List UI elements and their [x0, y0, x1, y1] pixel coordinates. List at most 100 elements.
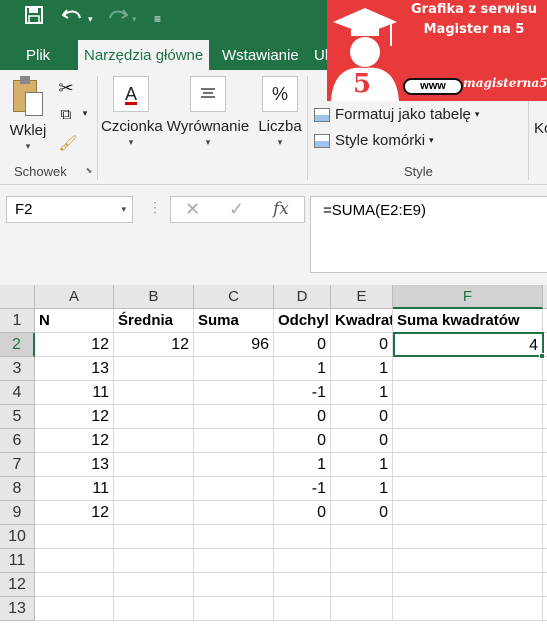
grid-cell[interactable]: 0 — [331, 333, 393, 357]
column-header-e[interactable]: E — [331, 285, 393, 309]
select-all-corner[interactable] — [0, 285, 35, 309]
fill-handle[interactable] — [539, 353, 545, 359]
clipboard-launcher-icon[interactable]: ⬊ — [84, 166, 94, 175]
enter-icon[interactable]: ✓ — [229, 199, 244, 220]
alignment-button[interactable]: Wyrównanie ▾ — [166, 76, 250, 148]
grid-cell[interactable] — [194, 381, 274, 405]
grid-cell[interactable] — [393, 525, 543, 549]
undo-icon[interactable] — [62, 6, 84, 26]
grid-cell[interactable] — [543, 453, 547, 477]
grid-cell[interactable]: -1 — [274, 381, 331, 405]
grid-cell[interactable] — [543, 477, 547, 501]
grid-cell[interactable]: 1 — [331, 453, 393, 477]
font-button[interactable]: A Czcionka ▾ — [101, 76, 163, 148]
column-header-c[interactable]: C — [194, 285, 274, 309]
grid-cell[interactable]: 13 — [35, 357, 114, 381]
grid-cell[interactable] — [114, 549, 194, 573]
cancel-icon[interactable]: ✕ — [185, 199, 200, 220]
grid-cell[interactable] — [114, 381, 194, 405]
grid-cell[interactable] — [393, 573, 543, 597]
grid-cell[interactable] — [543, 525, 547, 549]
grid-cell[interactable] — [393, 549, 543, 573]
grid-cell[interactable] — [114, 357, 194, 381]
format-painter-icon[interactable]: 🖌 — [58, 134, 78, 152]
header-cell[interactable]: I — [543, 309, 547, 333]
grid-cell[interactable] — [35, 525, 114, 549]
header-cell[interactable]: Kwadrat — [331, 309, 393, 333]
cells-button[interactable]: Ko — [534, 120, 547, 137]
grid-cell[interactable] — [194, 453, 274, 477]
column-header-a[interactable]: A — [35, 285, 114, 309]
paste-button[interactable]: Wklej ▾ — [8, 76, 48, 152]
cell-styles-button[interactable]: Style komórki ▾ — [314, 132, 434, 149]
row-header[interactable]: 5 — [0, 405, 35, 429]
grid-cell[interactable] — [543, 597, 547, 621]
cut-icon[interactable]: ✂ — [56, 78, 76, 99]
grid-cell[interactable] — [393, 477, 543, 501]
worksheet-grid[interactable]: ABCDEF 1 N Średnia Suma Odchyl Kwadrat Suma kw… — [0, 285, 547, 626]
grid-cell[interactable]: 96 — [194, 333, 274, 357]
grid-cell[interactable] — [543, 573, 547, 597]
grid-cell[interactable]: 1 — [331, 477, 393, 501]
grid-cell[interactable] — [114, 525, 194, 549]
grid-cell[interactable] — [35, 549, 114, 573]
grid-cell[interactable]: 0 — [274, 501, 331, 525]
grid-cell[interactable]: 0 — [274, 333, 331, 357]
copy-icon[interactable]: ⧉ — [56, 106, 76, 123]
tab-insert[interactable]: Wstawianie — [216, 40, 305, 70]
grid-cell[interactable] — [35, 573, 114, 597]
grid-cell[interactable]: 11 — [35, 381, 114, 405]
grid-cell[interactable] — [194, 405, 274, 429]
copy-dropdown-icon[interactable]: ▾ — [80, 108, 90, 119]
grid-cell[interactable] — [114, 429, 194, 453]
grid-cell[interactable] — [543, 381, 547, 405]
column-header-d[interactable]: D — [274, 285, 331, 309]
grid-cell[interactable] — [331, 573, 393, 597]
grid-cell[interactable]: 1 — [274, 357, 331, 381]
grid-cell[interactable]: 12 — [114, 333, 194, 357]
redo-icon[interactable] — [106, 6, 128, 26]
row-header[interactable]: 11 — [0, 549, 35, 573]
grid-cell[interactable] — [35, 597, 114, 621]
grid-cell[interactable]: 1 — [331, 357, 393, 381]
header-cell[interactable]: N — [35, 309, 114, 333]
grid-cell[interactable]: -1 — [274, 477, 331, 501]
paste-dropdown-icon[interactable]: ▾ — [8, 141, 48, 152]
grid-cell[interactable]: 1 — [331, 381, 393, 405]
grid-cell[interactable] — [114, 477, 194, 501]
row-header[interactable]: 6 — [0, 429, 35, 453]
grid-cell[interactable] — [393, 381, 543, 405]
header-cell[interactable]: Suma kwadratów — [393, 309, 543, 333]
row-header[interactable]: 13 — [0, 597, 35, 621]
grid-cell[interactable] — [194, 501, 274, 525]
format-as-table-button[interactable]: Formatuj jako tabelę ▾ — [314, 106, 479, 123]
grid-cell[interactable]: 12 — [35, 501, 114, 525]
grid-cell[interactable] — [274, 525, 331, 549]
header-cell[interactable]: Odchyl — [274, 309, 331, 333]
grid-cell[interactable] — [194, 597, 274, 621]
grid-cell[interactable] — [194, 573, 274, 597]
grid-cell[interactable]: 12 — [35, 429, 114, 453]
grid-cell[interactable]: 0 — [274, 405, 331, 429]
row-header[interactable]: 10 — [0, 525, 35, 549]
grid-cell[interactable]: 0 — [331, 405, 393, 429]
grid-cell[interactable] — [194, 429, 274, 453]
active-cell[interactable]: 4 — [393, 332, 544, 357]
column-header-next[interactable] — [543, 285, 547, 309]
name-box-dropdown-icon[interactable]: ▾ — [121, 197, 126, 222]
grid-cell[interactable] — [114, 501, 194, 525]
header-cell[interactable]: Suma — [194, 309, 274, 333]
grid-cell[interactable] — [331, 549, 393, 573]
grid-cell[interactable]: 0 — [331, 429, 393, 453]
grid-cell[interactable] — [331, 597, 393, 621]
grid-cell[interactable] — [393, 405, 543, 429]
grid-cell[interactable]: 12 — [35, 405, 114, 429]
number-button[interactable]: % Liczba ▾ — [256, 76, 304, 148]
redo-dropdown-icon[interactable]: ▾ — [132, 6, 137, 32]
grid-cell[interactable] — [114, 405, 194, 429]
row-header[interactable]: 2 — [0, 333, 35, 357]
header-cell[interactable]: Średnia — [114, 309, 194, 333]
column-header-f[interactable]: F — [393, 285, 543, 309]
row-header[interactable]: 7 — [0, 453, 35, 477]
tab-home[interactable]: Narzędzia główne — [78, 40, 210, 70]
